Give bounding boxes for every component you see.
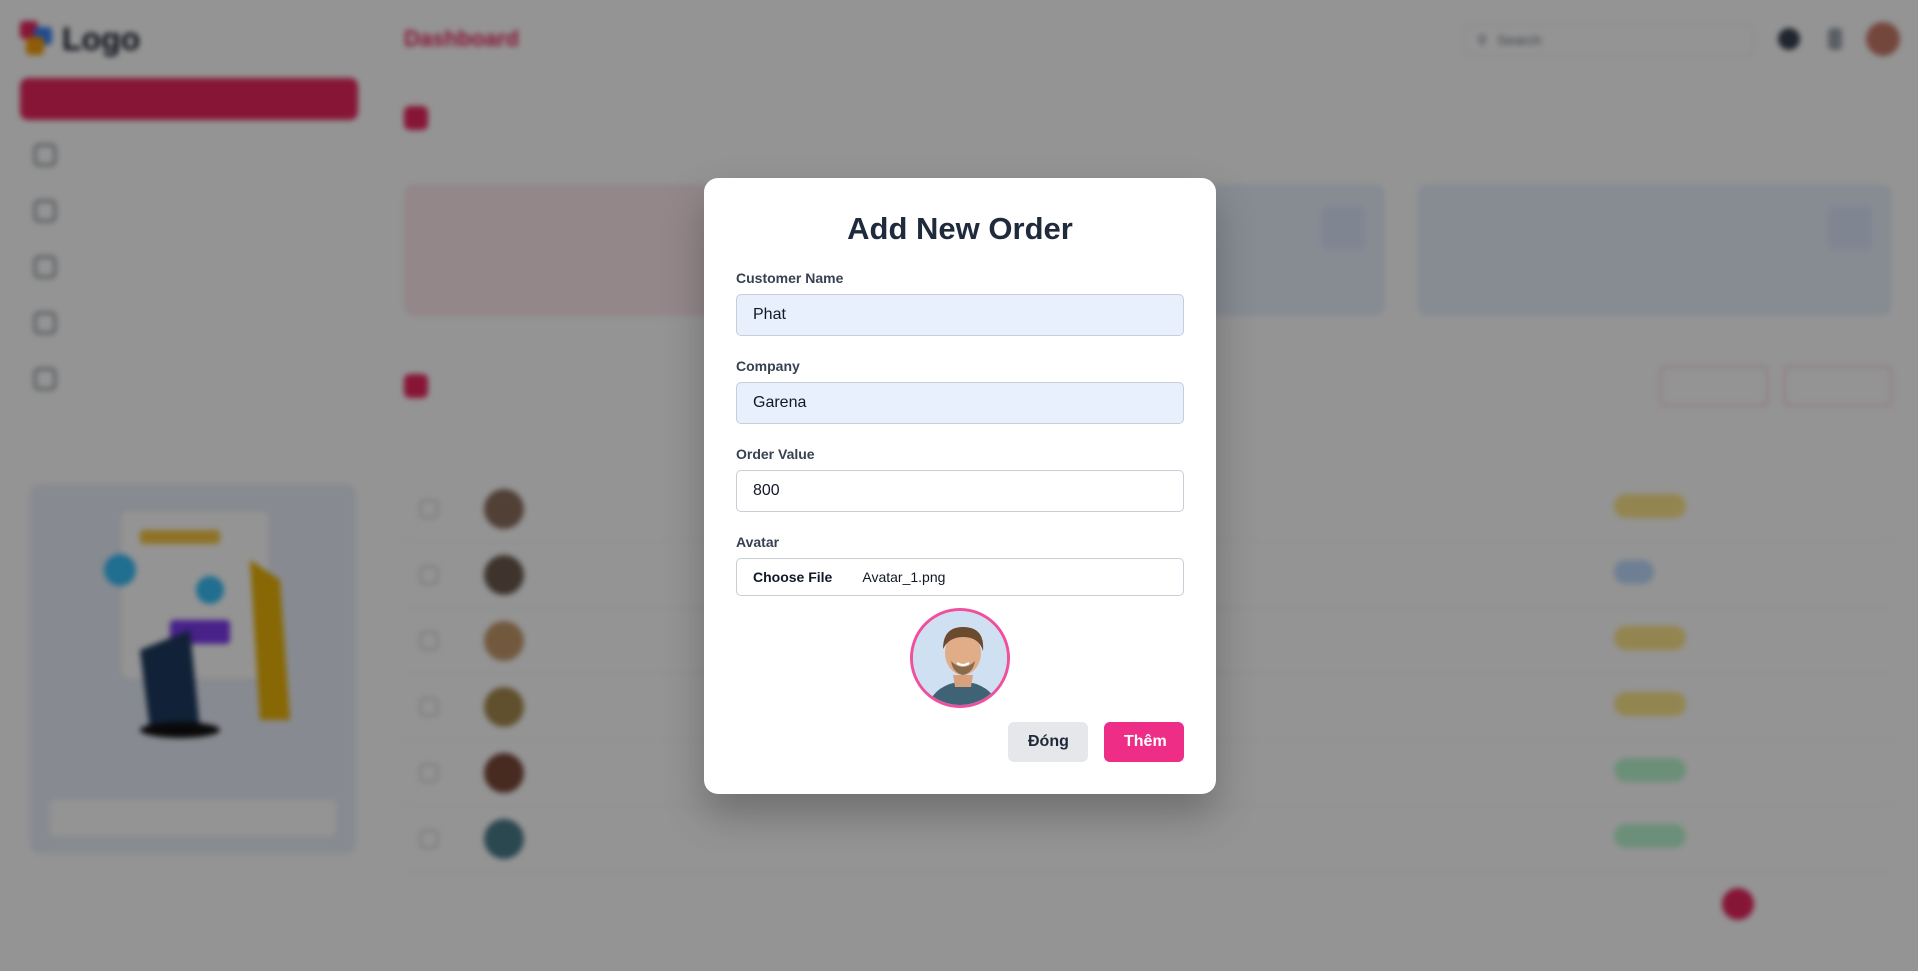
company-label: Company	[736, 358, 800, 374]
order-value-field: Order Value	[736, 446, 1184, 512]
avatar-field: Avatar Choose File Avatar_1.png	[736, 534, 1184, 596]
add-order-modal: Add New Order Customer Name Company Orde…	[704, 178, 1216, 794]
customer-name-field: Customer Name	[736, 270, 1184, 336]
avatar-preview	[910, 608, 1010, 708]
order-value-input[interactable]	[736, 470, 1184, 512]
avatar-label: Avatar	[736, 534, 780, 550]
company-input[interactable]	[736, 382, 1184, 424]
customer-name-label: Customer Name	[736, 270, 844, 286]
close-button[interactable]: Đóng	[1008, 722, 1088, 762]
file-name: Avatar_1.png	[862, 569, 946, 585]
customer-name-input[interactable]	[736, 294, 1184, 336]
choose-file-button[interactable]: Choose File	[737, 559, 848, 595]
add-order-button[interactable]: Thêm	[1104, 722, 1184, 762]
avatar-file-input[interactable]: Choose File Avatar_1.png	[736, 558, 1184, 596]
modal-title: Add New Order	[847, 211, 1073, 246]
order-value-label: Order Value	[736, 446, 815, 462]
modal-actions: Đóng Thêm	[1008, 722, 1184, 762]
avatar-preview-image	[913, 611, 1007, 705]
company-field: Company	[736, 358, 1184, 424]
